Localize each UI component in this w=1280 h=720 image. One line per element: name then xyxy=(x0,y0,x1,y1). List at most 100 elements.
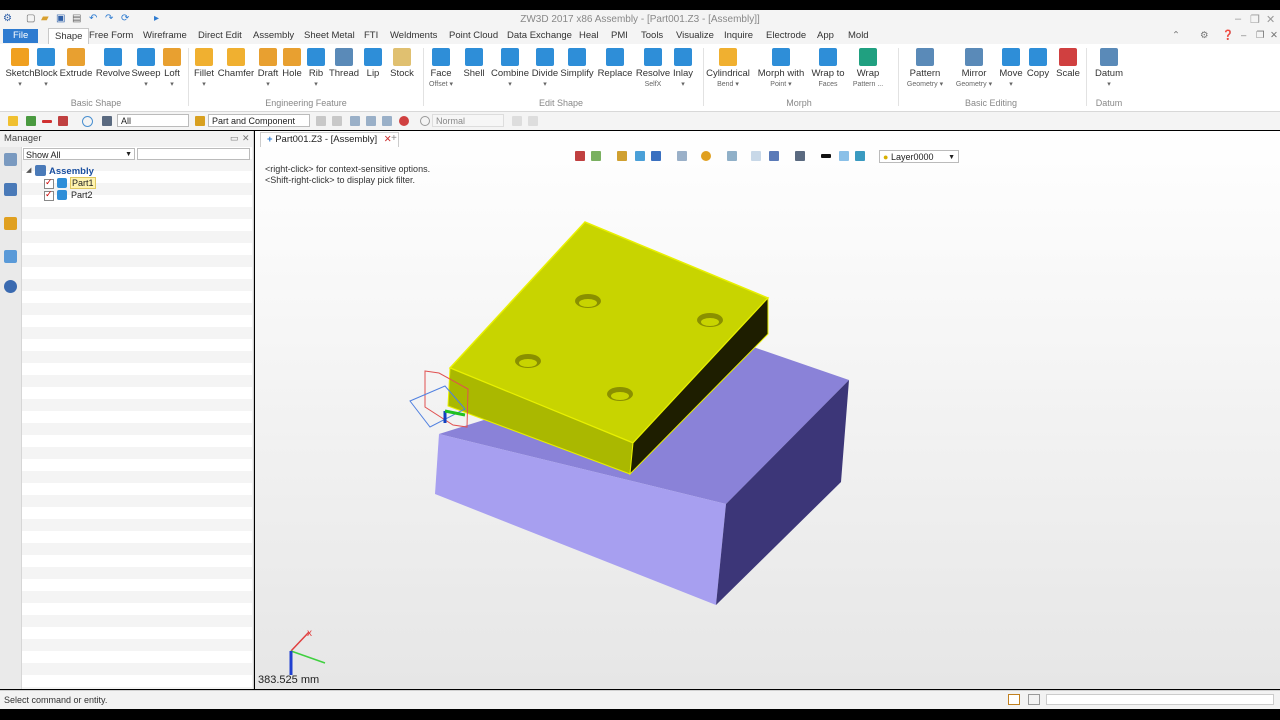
help-icon[interactable]: ❓ xyxy=(1222,30,1234,41)
user-tab-icon[interactable] xyxy=(4,280,17,293)
part-icon xyxy=(57,190,67,200)
graphics-viewport[interactable]: x + Part001.Z3 - [Assembly] ✕ + ● Layer0… xyxy=(255,131,1280,689)
mdi-restore-icon[interactable]: ❐ xyxy=(1256,30,1265,41)
collapse-ribbon-icon[interactable]: ⌃ xyxy=(1172,30,1180,41)
view-tab-icon[interactable] xyxy=(4,217,17,230)
tree-item-part1[interactable]: Part1 xyxy=(70,177,96,189)
render-mode-select[interactable]: Normal xyxy=(432,114,504,127)
menu-tools[interactable]: Tools xyxy=(641,30,663,41)
menu-app[interactable]: App xyxy=(817,30,834,41)
status-grid-icon[interactable] xyxy=(1008,694,1020,705)
line-style-icon[interactable] xyxy=(821,154,831,158)
layer-tab-icon[interactable] xyxy=(4,250,17,263)
view-shade-icon[interactable] xyxy=(651,151,661,161)
view-mode-icon[interactable] xyxy=(727,151,737,161)
cylindrical-bend-button[interactable]: Cylindrical Bend ▾ xyxy=(698,48,758,90)
axis-y-line xyxy=(290,650,326,664)
menu-data-exchange[interactable]: Data Exchange xyxy=(507,30,572,41)
restore-icon[interactable]: ❐ xyxy=(1250,13,1260,26)
history-tab-icon[interactable] xyxy=(4,153,17,166)
manager-panel: Manager ▭ ✕ Show All ▼ ◢ Assembly Part1 … xyxy=(0,131,254,689)
toolbar-icon-b[interactable] xyxy=(332,116,342,126)
tree-collapse-icon[interactable]: ◢ xyxy=(26,166,31,174)
wrap-pattern-label: Wrap xyxy=(856,68,880,79)
new-tab-icon[interactable]: + xyxy=(391,133,397,144)
add-filter-icon[interactable] xyxy=(26,116,36,126)
remove-filter-icon[interactable] xyxy=(42,120,52,123)
assembly-tab-icon[interactable] xyxy=(4,183,17,196)
material-icon[interactable] xyxy=(855,151,865,161)
view-back-icon[interactable] xyxy=(575,151,585,161)
3d-scene[interactable]: x xyxy=(255,131,1280,689)
scale-icon xyxy=(1059,48,1077,66)
view-split-icon[interactable] xyxy=(769,151,779,161)
view-pan-icon[interactable] xyxy=(591,151,601,161)
toolbar-icon-a[interactable] xyxy=(316,116,326,126)
align-icon-a[interactable] xyxy=(350,116,360,126)
ribbon-group-basic-editing: Basic Editing xyxy=(964,98,1018,108)
document-tab[interactable]: + Part001.Z3 - [Assembly] ✕ xyxy=(260,132,399,147)
ribbon-group-datum: Datum xyxy=(1095,98,1123,108)
hole-1-rim xyxy=(579,299,597,307)
entity-filter-select[interactable]: All xyxy=(117,114,189,127)
part2-visibility-checkbox[interactable] xyxy=(44,189,54,201)
ribbon-separator xyxy=(898,48,899,106)
menu-visualize[interactable]: Visualize xyxy=(676,30,714,41)
menu-shape[interactable]: Shape xyxy=(48,28,90,44)
menu-assembly[interactable]: Assembly xyxy=(253,30,294,41)
status-panel-icon[interactable] xyxy=(1028,694,1040,705)
lightbulb-icon: ● xyxy=(883,152,889,162)
align-icon-b[interactable] xyxy=(366,116,376,126)
settings-icon[interactable]: ⚙ xyxy=(1200,30,1209,41)
menu-free-form[interactable]: Free Form xyxy=(89,30,133,41)
pin-panel-icon[interactable]: ▭ xyxy=(230,133,239,144)
menu-bar: File Shape Free Form Wireframe Direct Edit As… xyxy=(0,28,1280,44)
layer-select[interactable]: ● Layer0000 ▼ xyxy=(879,150,959,163)
menu-electrode[interactable]: Electrode xyxy=(766,30,806,41)
view-display-icon[interactable] xyxy=(795,151,805,161)
datum-button[interactable]: Datum ▾ xyxy=(1079,48,1139,90)
menu-point-cloud[interactable]: Point Cloud xyxy=(449,30,498,41)
part1-visibility-checkbox[interactable] xyxy=(44,177,54,189)
menu-fti[interactable]: FTI xyxy=(364,30,378,41)
ribbon-group-edit-shape: Edit Shape xyxy=(538,98,584,108)
view-section-icon[interactable] xyxy=(677,151,687,161)
filter-options-icon[interactable] xyxy=(58,116,68,126)
menu-file[interactable]: File xyxy=(3,29,39,43)
face-offset-sublabel: Offset ▾ xyxy=(428,81,453,88)
pick-list-icon[interactable] xyxy=(102,116,112,126)
menu-direct-edit[interactable]: Direct Edit xyxy=(198,30,242,41)
inlay-icon xyxy=(674,48,692,66)
pointer-select-icon[interactable] xyxy=(8,116,18,126)
show-filter-select[interactable]: Show All ▼ xyxy=(23,148,135,160)
color-icon[interactable] xyxy=(839,151,849,161)
pick-mode-select[interactable]: Part and Component xyxy=(208,114,310,127)
minimize-icon[interactable]: – xyxy=(1235,13,1241,25)
scale-ruler-value: 383.525 mm xyxy=(258,674,320,686)
menu-pmi[interactable]: PMI xyxy=(611,30,628,41)
command-input[interactable] xyxy=(1046,694,1274,705)
tree-item-part2[interactable]: Part2 xyxy=(71,190,93,200)
hint-right-click: <right-click> for context-sensitive opti… xyxy=(265,164,431,174)
menu-heal[interactable]: Heal xyxy=(579,30,599,41)
close-panel-icon[interactable]: ✕ xyxy=(242,133,250,144)
tree-root-assembly[interactable]: Assembly xyxy=(49,166,94,177)
menu-weldments[interactable]: Weldments xyxy=(390,30,437,41)
view-light-icon[interactable] xyxy=(701,151,711,161)
tree-search-input[interactable] xyxy=(137,148,250,160)
mdi-close-icon[interactable]: ✕ xyxy=(1270,30,1278,41)
menu-wireframe[interactable]: Wireframe xyxy=(143,30,187,41)
menu-inquire[interactable]: Inquire xyxy=(724,30,753,41)
view-fit-icon[interactable] xyxy=(751,151,761,161)
wrap-pattern-button[interactable]: Wrap Pattern ... xyxy=(838,48,898,90)
view-orient-icon[interactable] xyxy=(635,151,645,161)
mdi-minimize-icon[interactable]: – xyxy=(1241,30,1246,41)
menu-mold[interactable]: Mold xyxy=(848,30,869,41)
view-zoom-icon[interactable] xyxy=(617,151,627,161)
close-icon[interactable]: ✕ xyxy=(1266,13,1275,26)
pin-icon[interactable] xyxy=(399,116,409,126)
hole-2-rim xyxy=(701,318,719,326)
menu-sheet-metal[interactable]: Sheet Metal xyxy=(304,30,355,41)
pick-circle-icon[interactable] xyxy=(82,116,93,127)
align-icon-c[interactable] xyxy=(382,116,392,126)
